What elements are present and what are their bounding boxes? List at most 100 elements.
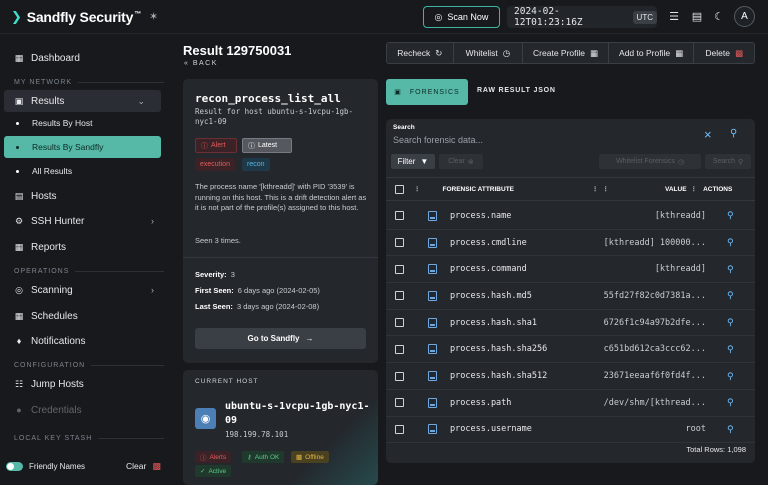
offline-icon: ▩ [296,454,303,461]
search-icon[interactable]: ⚲ [730,128,737,139]
forensic-attribute: process.hash.sha256 [450,344,548,355]
avatar[interactable]: A [734,6,755,27]
tag-execution[interactable]: execution [195,158,235,171]
table-row[interactable]: process.hash.sha256 c651bd612ca3ccc62... ⚲ [386,337,755,364]
section-label: CONFIGURATION [14,362,86,369]
row-checkbox[interactable] [395,291,404,301]
result-host-text: Result for host ubuntu-s-1vcpu-1gb-nyc1-… [195,107,354,126]
whitelist-forensics-button[interactable]: Whitelist Forensics ◷ [599,154,701,169]
search-icon[interactable]: ⚲ [727,264,734,275]
row-checkbox[interactable] [395,344,404,354]
table-row[interactable]: process.username root ⚲ [386,417,755,444]
search-icon[interactable]: ⚲ [727,371,734,382]
sidebar: ▦ Dashboard MY NETWORK ▣ Results ⌄ Resul… [0,34,170,480]
table-row[interactable]: process.command [kthreadd] ⚲ [386,256,755,284]
logo[interactable]: ❯ Sandfly Security ™ [11,9,141,25]
sidebar-item-dashboard[interactable]: ▦ Dashboard [0,47,170,69]
sidebar-item-label: Results [31,95,65,107]
delete-button[interactable]: Delete ▩ [694,43,754,63]
ssh-hunter-icon: ⚙ [14,215,24,226]
bell-icon: ♦ [16,336,22,346]
row-checkbox[interactable] [395,371,404,381]
search-icon[interactable]: ⚲ [727,237,734,248]
sidebar-item-results-by-host[interactable]: Results By Host [0,112,170,134]
clear-stash-button[interactable]: Clear ▩ [126,461,161,472]
column-menu-icon[interactable]: ⋮ [414,185,421,193]
clear-search-icon[interactable]: × [704,127,712,142]
forensic-attribute-icon [428,290,437,301]
section-local-key-stash: LOCAL KEY STASH [14,435,164,442]
forensic-attribute: process.command [450,264,527,275]
pin-sidebar-icon[interactable]: ✶ [149,10,158,23]
search-icon[interactable]: ⚲ [727,397,734,408]
row-checkbox[interactable] [395,238,404,248]
search-icon[interactable]: ⚲ [727,344,734,355]
select-all-checkbox[interactable] [395,184,404,194]
search-forensics-button[interactable]: Search ⚲ [705,154,751,169]
sidebar-item-results-by-sandfly[interactable]: Results By Sandfly [4,136,161,158]
recheck-button[interactable]: Recheck ↻ [387,43,454,63]
table-row[interactable]: process.hash.md5 55fd27f82c0d7381a... ⚲ [386,283,755,310]
add-to-profile-button[interactable]: Add to Profile ▦ [609,43,695,63]
sidebar-item-jump-hosts[interactable]: ☷ Jump Hosts [0,373,170,395]
sidebar-item-credentials[interactable]: ● Credentials [0,399,170,421]
search-icon[interactable]: ⚲ [727,317,734,328]
sidebar-item-hosts[interactable]: ▤ Hosts [0,185,170,207]
whitelist-button[interactable]: Whitelist ◷ [454,43,524,63]
severity-value: 3 [230,270,235,279]
back-link[interactable]: « BACK [184,60,218,67]
host-name[interactable]: ubuntu-s-1vcpu-1gb-nyc1-09 [225,400,375,428]
row-checkbox[interactable] [395,398,404,408]
moon-icon[interactable]: ☾ [711,9,727,25]
column-header-value[interactable]: VALUE [665,186,687,193]
column-resize-icon[interactable]: ⋮ [603,185,610,193]
back-label: BACK [192,60,218,67]
forensic-search-input[interactable] [393,133,693,147]
row-checkbox[interactable] [395,424,404,434]
document-icon[interactable]: ▤ [689,9,705,25]
host-offline-badge: ▩ Offline [291,451,329,463]
row-checkbox[interactable] [395,264,404,274]
filter-button[interactable]: Filter ▼ [391,154,435,169]
sidebar-item-results[interactable]: ▣ Results ⌄ [4,90,161,112]
table-row[interactable]: process.hash.sha512 23671eeaaf6f0fd4f... ⚲ [386,363,755,390]
go-to-sandfly-button[interactable]: Go to Sandfly → [195,328,366,349]
create-profile-button[interactable]: Create Profile ▦ [523,43,609,63]
clear-stash-label: Clear [126,461,147,471]
forensic-attribute-icon [428,264,437,275]
scan-now-button[interactable]: ◎ Scan Now [423,6,500,28]
key-icon: ● [16,405,22,415]
host-alerts-label: Alerts [209,453,227,461]
sidebar-item-ssh-hunter[interactable]: ⚙ SSH Hunter › [0,210,170,232]
forensic-attribute-icon [428,317,437,328]
column-menu-icon[interactable]: ⋮ [691,185,698,193]
go-to-sandfly-label: Go to Sandfly [247,334,300,343]
list-icon[interactable]: ☰ [666,9,682,25]
column-menu-icon[interactable]: ⋮ [592,185,599,193]
trash-icon: ▩ [152,460,161,471]
sidebar-item-all-results[interactable]: All Results [0,160,170,182]
tab-raw-result-json[interactable]: RAW RESULT JSON [477,87,556,94]
search-icon[interactable]: ⚲ [727,424,734,435]
tab-forensics[interactable]: ▣ FORENSICS [386,79,468,105]
column-header-attribute[interactable]: FORENSIC ATTRIBUTE [443,186,515,193]
sidebar-item-schedules[interactable]: ▦ Schedules [0,305,170,327]
host-active-label: Active [208,467,227,475]
sidebar-item-reports[interactable]: ▦ Reports [0,236,170,258]
section-label: OPERATIONS [14,268,70,275]
row-checkbox[interactable] [395,211,404,221]
sidebar-item-scanning[interactable]: ◎ Scanning › [0,279,170,301]
search-forensics-label: Search [712,158,736,165]
tag-recon[interactable]: recon [242,158,270,171]
search-icon[interactable]: ⚲ [727,290,734,301]
table-row[interactable]: process.name [kthreadd] ⚲ [386,203,755,230]
sidebar-item-notifications[interactable]: ♦ Notifications [0,330,170,352]
table-row[interactable]: process.hash.sha1 6726f1c94a97b2dfe... ⚲ [386,310,755,337]
table-row[interactable]: process.path/dev/shm/[kthread... ⚲ [386,390,755,417]
search-icon[interactable]: ⚲ [727,210,734,221]
clear-filter-button[interactable]: Clear ⊗ [439,154,483,169]
datetime-value: 2024-02-12T01:23:16Z [514,6,583,28]
friendly-names-toggle[interactable] [6,461,23,471]
table-row[interactable]: process.cmdline [kthreadd] 100000... ⚲ [386,230,755,257]
row-checkbox[interactable] [395,318,404,328]
